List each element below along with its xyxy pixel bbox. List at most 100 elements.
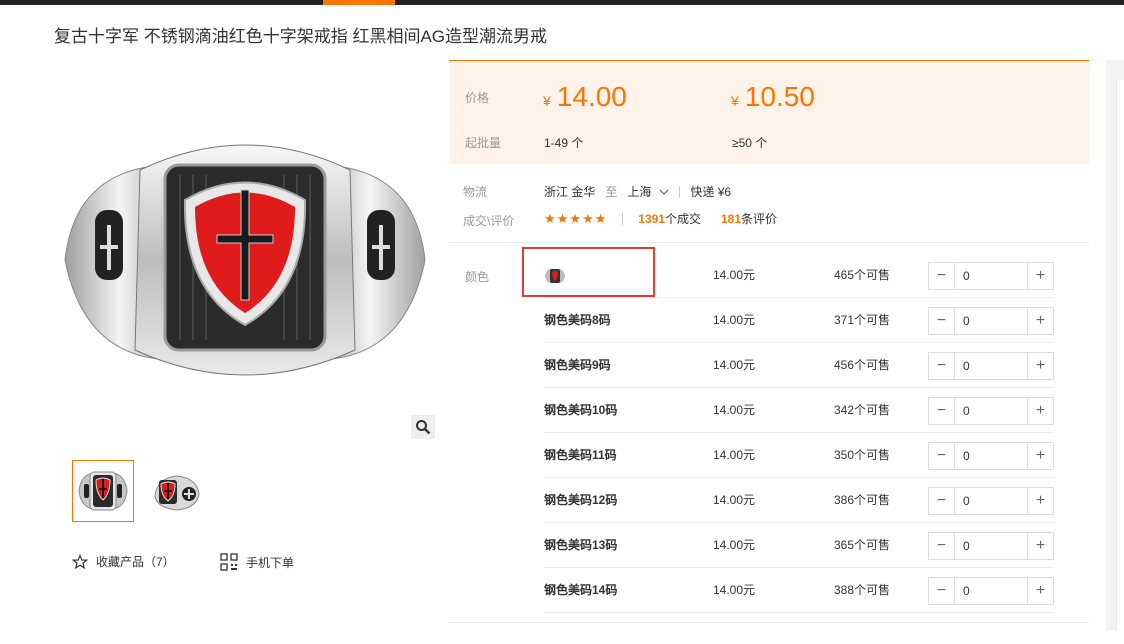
separator xyxy=(679,185,681,198)
quantity-stepper: −+ xyxy=(928,487,1054,515)
quantity-stepper: −+ xyxy=(928,352,1054,380)
reviews-text[interactable]: 条评价 xyxy=(741,210,777,227)
product-title: 复古十字军 不锈钢滴油红色十字架戒指 红黑相间AG造型潮流男戒 xyxy=(54,27,548,46)
sku-price: 14.00元 xyxy=(713,448,756,462)
qty-tier-2: ≥50 个 xyxy=(732,136,768,150)
sku-stock: 456个可售 xyxy=(834,358,891,372)
increment-button[interactable]: + xyxy=(1027,578,1053,604)
divider xyxy=(449,622,1089,623)
right-side-panel xyxy=(1106,60,1124,630)
decrement-button[interactable]: − xyxy=(929,308,955,334)
qty-tier-1: 1-49 个 xyxy=(544,136,584,150)
trade-label: 成交\评价 xyxy=(463,214,515,228)
quantity-stepper: −+ xyxy=(928,577,1054,605)
ship-from: 浙江 金华 xyxy=(544,185,596,199)
decrement-button[interactable]: − xyxy=(929,443,955,469)
decrement-button[interactable]: − xyxy=(929,578,955,604)
top-bar-accent xyxy=(323,0,395,5)
quantity-input[interactable] xyxy=(955,488,1027,514)
mobile-order-label: 手机下单 xyxy=(246,555,295,570)
decrement-button[interactable]: − xyxy=(929,398,955,424)
sku-price: 14.00元 xyxy=(713,313,756,327)
sku-row: 钢色美码9码14.00元456个可售−+ xyxy=(544,343,1054,388)
sku-price: 14.00元 xyxy=(713,358,756,372)
divider xyxy=(449,242,1089,243)
sku-row: 钢色美码10码 14.00元 342个可售 − + xyxy=(544,388,1054,433)
price-panel: 价格 ¥14.00 ¥10.50 起批量 1-49 个 ≥50 个 xyxy=(449,60,1089,164)
sku-name: 钢色美码9码 xyxy=(544,358,611,372)
price-label: 价格 xyxy=(465,91,490,105)
zoom-button[interactable] xyxy=(411,415,435,439)
sku-price: 14.00元 xyxy=(713,583,756,597)
increment-button[interactable]: + xyxy=(1027,443,1053,469)
qr-code-icon xyxy=(220,553,238,571)
favorite-label: 收藏产品（7） xyxy=(96,555,175,569)
thumbnail-2[interactable] xyxy=(145,460,207,522)
deals-count: 1391 xyxy=(638,211,665,226)
increment-button[interactable]: + xyxy=(1027,353,1053,379)
ship-to-select[interactable]: 上海 xyxy=(627,183,669,200)
decrement-button[interactable]: − xyxy=(929,353,955,379)
quantity-input[interactable] xyxy=(955,398,1027,424)
sku-price: 14.00元 xyxy=(713,268,756,282)
sku-name: 钢色美码14码 xyxy=(544,583,618,597)
quantity-stepper: −+ xyxy=(928,262,1054,290)
top-bar xyxy=(0,0,1124,5)
ring-thumbnail-side xyxy=(154,475,200,511)
increment-button[interactable]: + xyxy=(1027,488,1053,514)
magnifier-icon xyxy=(416,420,431,435)
sku-row: 钢色美码12码14.00元386个可售−+ xyxy=(544,478,1054,523)
sku-name: 钢色美码13码 xyxy=(544,538,618,552)
main-product-image[interactable] xyxy=(55,110,435,410)
star-outline-icon xyxy=(72,553,88,569)
highlight-box xyxy=(522,247,655,297)
deals-text: 个成交 xyxy=(664,212,701,226)
increment-button[interactable]: + xyxy=(1027,533,1053,559)
sku-name: 钢色美码10码 xyxy=(544,403,618,417)
quantity-stepper: −+ xyxy=(928,442,1054,470)
quantity-input[interactable] xyxy=(955,263,1027,289)
quantity-input[interactable] xyxy=(955,533,1027,559)
sku-row: 钢色美码11码14.00元350个可售−+ xyxy=(544,433,1054,478)
chevron-down-icon xyxy=(659,189,669,195)
price-tier-2: ¥10.50 xyxy=(731,81,815,112)
favorite-button[interactable]: 收藏产品（7） xyxy=(72,553,175,570)
increment-button[interactable]: + xyxy=(1027,398,1053,424)
sku-stock: 342个可售 xyxy=(834,403,891,417)
sku-stock: 386个可售 xyxy=(834,493,891,507)
sku-name: 钢色美码11码 xyxy=(544,448,617,462)
sku-price: 14.00元 xyxy=(713,538,756,552)
reviews-count[interactable]: 181 xyxy=(721,212,741,226)
sku-stock: 388个可售 xyxy=(834,583,891,597)
sku-price: 14.00元 xyxy=(713,403,756,417)
mobile-order-button[interactable]: 手机下单 xyxy=(220,553,294,571)
increment-button[interactable]: + xyxy=(1027,263,1053,289)
sku-row: 钢色美码13码14.00元365个可售−+ xyxy=(544,523,1054,568)
decrement-button[interactable]: − xyxy=(929,533,955,559)
rating-stars: ★★★★★ xyxy=(544,210,608,226)
increment-button[interactable]: + xyxy=(1027,308,1053,334)
ship-to-word: 至 xyxy=(605,185,618,199)
sku-stock: 465个可售 xyxy=(834,268,891,282)
thumbnail-1[interactable] xyxy=(72,460,134,522)
sku-name: 钢色美码8码 xyxy=(544,313,611,327)
logistics-label: 物流 xyxy=(463,185,488,199)
separator xyxy=(622,212,624,225)
sku-row: 钢色美码8码 14.00元 371个可售 − + xyxy=(544,298,1054,343)
quantity-input[interactable] xyxy=(955,353,1027,379)
decrement-button[interactable]: − xyxy=(929,263,955,289)
trade-row: ★★★★★ 1391 个成交 181 条评价 xyxy=(544,210,777,227)
logistics-row: 浙江 金华 至 上海 快递 ¥6 xyxy=(544,183,731,200)
sku-row: 钢色美码14码14.00元388个可售−+ xyxy=(544,568,1054,613)
ring-thumbnail-front xyxy=(78,471,128,511)
ship-to-value: 上海 xyxy=(627,185,652,199)
sku-price: 14.00元 xyxy=(713,493,756,507)
decrement-button[interactable]: − xyxy=(929,488,955,514)
quantity-input[interactable] xyxy=(955,308,1027,334)
sku-stock: 371个可售 xyxy=(834,313,891,327)
sku-stock: 350个可售 xyxy=(834,448,891,462)
quantity-input[interactable] xyxy=(955,578,1027,604)
quantity-input[interactable] xyxy=(955,443,1027,469)
sku-color-label: 颜色 xyxy=(465,270,490,284)
sku-name: 钢色美码12码 xyxy=(544,493,618,507)
